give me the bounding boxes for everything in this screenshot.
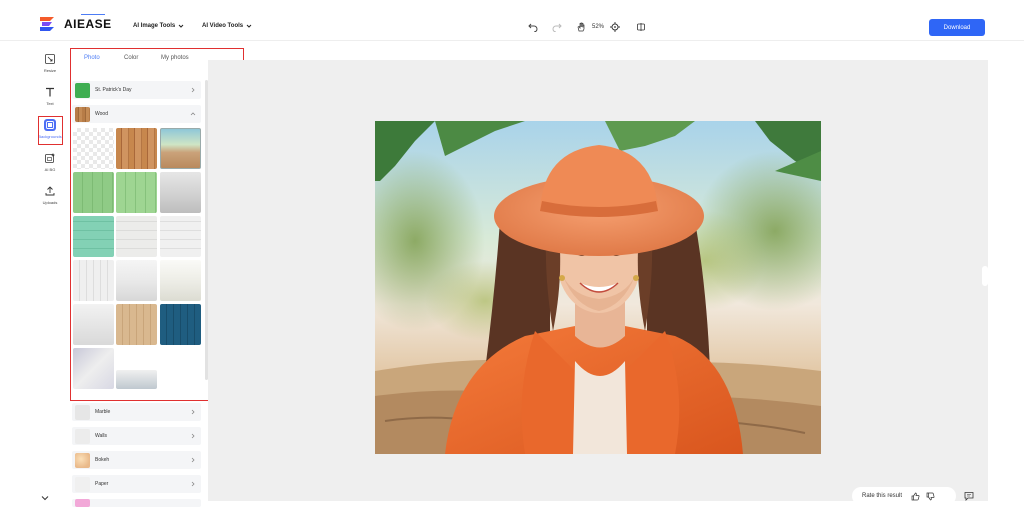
category-marble[interactable]: Marble [72,403,201,421]
background-wood-thumb[interactable] [160,172,201,213]
category-st-patricks-day[interactable]: St. Patrick's Day [72,81,201,99]
ai-image-tools-label: AI Image Tools [133,23,176,29]
background-wood-thumb[interactable] [73,304,114,345]
background-wood-thumb[interactable] [116,304,157,345]
crosshair-center-icon[interactable] [608,20,622,34]
category-label: Wood [95,111,108,117]
category-label: Marble [95,409,111,415]
ai-bg-icon [44,152,56,164]
rail-item-uploads[interactable]: Uploads [36,185,64,211]
ai-image-tools-menu[interactable]: AI Image Tools [133,23,184,29]
category-thumbnail [75,452,90,468]
category-thumbnail [75,404,90,420]
rail-item-text[interactable]: Text [36,86,64,112]
background-wood-thumb[interactable] [160,304,201,345]
logo-text: AIEASE [64,17,112,31]
rail-label: Resize [43,68,57,73]
edited-photo[interactable] [375,121,821,454]
rail-label: Text [46,101,54,106]
thumbs-down-icon[interactable] [925,491,935,501]
download-button[interactable]: Download [929,19,985,36]
chevron-right-icon [190,481,196,487]
background-wood-beach-thumb[interactable] [160,128,201,169]
background-wood-thumb[interactable] [116,216,157,257]
redo-icon[interactable] [550,20,564,34]
background-wood-thumb[interactable] [116,172,157,213]
rate-result-bar: Rate this result [852,487,956,505]
chevron-down-icon [41,488,49,506]
category-wood[interactable]: Wood [72,105,201,123]
category-label: Bokeh [95,457,110,463]
background-wood-thumb[interactable] [73,260,114,301]
logo-mark-icon [40,17,58,31]
background-wood-thumb[interactable] [73,172,114,213]
category-label: St. Patrick's Day [95,87,132,93]
canvas-toolbar: 52% [526,20,648,34]
chevron-right-icon [190,87,196,93]
active-tab-indicator [81,14,105,15]
rail-label: AI BG [44,167,56,172]
zoom-level[interactable]: 52% [592,24,604,30]
logo[interactable]: AIEASE [40,17,112,31]
category-thumbnail [75,106,90,122]
rail-item-resize[interactable]: Resize [36,53,64,79]
rail-item-ai-bg[interactable]: AI BG [36,152,64,178]
category-walls[interactable]: Walls [72,427,201,445]
category-label: Walls [95,433,108,439]
ai-video-tools-menu[interactable]: AI Video Tools [202,23,252,29]
background-wood-thumb[interactable] [160,260,201,301]
category-thumbnail [75,499,90,507]
compare-icon[interactable] [634,20,648,34]
tab-photo[interactable]: Photo [84,55,100,61]
background-wood-lavender-thumb[interactable] [73,348,114,389]
category-thumbnail [75,428,90,444]
panel-tabs: Photo Color My photos [70,52,206,66]
background-wood-thumb[interactable] [160,216,201,257]
chevron-right-icon [190,433,196,439]
text-icon [44,86,56,98]
category-label: Paper [95,481,109,487]
thumbs-up-icon[interactable] [910,491,920,501]
category-paper[interactable]: Paper [72,475,201,493]
tab-color[interactable]: Color [124,55,138,61]
rate-result-label: Rate this result [862,493,903,499]
background-transparent-thumb[interactable] [73,128,114,169]
resize-icon [44,53,56,65]
chevron-up-icon [190,111,196,117]
hand-pan-icon[interactable] [574,20,588,34]
chevron-down-icon [178,23,184,29]
category-next-partial[interactable] [72,499,201,507]
chevron-right-icon [190,457,196,463]
feedback-chat-icon[interactable] [963,490,975,502]
background-wood-thumb[interactable] [116,260,157,301]
tab-my-photos[interactable]: My photos [161,55,189,61]
background-wood-thumb[interactable] [116,128,157,169]
category-thumbnail [75,82,90,98]
chevron-down-icon [246,23,252,29]
background-wood-thumb[interactable] [116,370,157,389]
ai-video-tools-label: AI Video Tools [202,23,244,29]
undo-icon[interactable] [526,20,540,34]
side-panel-handle[interactable] [982,266,988,286]
chevron-right-icon [190,409,196,415]
background-wood-thumb[interactable] [73,216,114,257]
category-bokeh[interactable]: Bokeh [72,451,201,469]
top-header: AIEASE AI Image Tools AI Video Tools 52%… [0,0,1024,41]
upload-icon [44,185,56,197]
backgrounds-highlight-box [38,116,63,145]
collapse-panel-button[interactable] [38,491,52,503]
rail-label: Uploads [42,200,58,205]
category-thumbnail [75,476,90,492]
